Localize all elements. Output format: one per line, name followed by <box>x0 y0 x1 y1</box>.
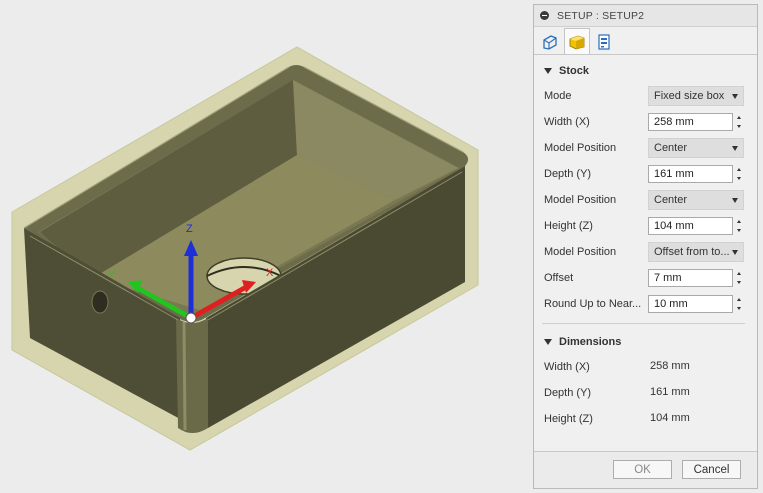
select-value: Center <box>654 142 688 154</box>
chevron-down-icon <box>732 94 738 99</box>
stock-height-position-row: Model Position Offset from to... <box>534 239 757 265</box>
depth-model-position-select[interactable]: Center <box>648 190 744 210</box>
dimension-value: 104 mm <box>650 412 690 424</box>
stock-width-row: Width (X) 258 mm <box>534 109 757 135</box>
height-model-position-select[interactable]: Offset from to... <box>648 242 744 262</box>
dimensions-section-header[interactable]: Dimensions <box>534 330 757 354</box>
y-axis-label: Y <box>108 269 116 281</box>
field-label: Mode <box>544 90 572 102</box>
ok-button[interactable]: OK <box>613 460 672 479</box>
input-value: 10 mm <box>654 298 688 310</box>
stock-box-icon <box>569 35 585 49</box>
field-label: Width (X) <box>544 361 590 373</box>
stock-heading: Stock <box>559 65 589 77</box>
panel-footer: OK Cancel <box>534 451 757 488</box>
spin-up-icon[interactable] <box>736 116 741 119</box>
origin-point[interactable] <box>185 312 197 324</box>
width-model-position-select[interactable]: Center <box>648 138 744 158</box>
dimension-value: 258 mm <box>650 360 690 372</box>
input-value: 104 mm <box>654 220 694 232</box>
stock-mode-row: Mode Fixed size box <box>534 83 757 109</box>
round-up-spinner[interactable] <box>734 295 743 313</box>
field-label: Offset <box>544 272 574 284</box>
collapse-icon[interactable] <box>540 11 549 20</box>
select-value: Fixed size box <box>654 90 725 102</box>
chevron-down-icon <box>732 146 738 151</box>
offset-input[interactable]: 7 mm <box>648 269 733 287</box>
panel-tabs <box>534 27 757 55</box>
field-label: Width (X) <box>544 116 590 128</box>
spin-down-icon[interactable] <box>736 125 741 128</box>
spin-up-icon[interactable] <box>736 220 741 223</box>
expand-triangle-icon <box>544 339 552 345</box>
spin-up-icon[interactable] <box>736 168 741 171</box>
spin-down-icon[interactable] <box>736 177 741 180</box>
field-label: Height (Z) <box>544 413 593 425</box>
input-value: 161 mm <box>654 168 694 180</box>
spin-up-icon[interactable] <box>736 298 741 301</box>
dimension-depth-row: Depth (Y) 161 mm <box>534 380 757 406</box>
stock-offset-row: Offset 7 mm <box>534 265 757 291</box>
depth-spinner[interactable] <box>734 165 743 183</box>
chevron-down-icon <box>732 198 738 203</box>
3d-viewport[interactable]: Z Y X <box>0 0 531 493</box>
depth-input[interactable]: 161 mm <box>648 165 733 183</box>
chevron-down-icon <box>732 250 738 255</box>
stock-height-row: Height (Z) 104 mm <box>534 213 757 239</box>
side-hole <box>91 290 109 314</box>
model-corner <box>176 318 208 433</box>
expand-triangle-icon <box>544 68 552 74</box>
stock-section-header[interactable]: Stock <box>534 59 757 83</box>
width-spinner[interactable] <box>734 113 743 131</box>
setup-panel: SETUP : SETUP2 Stock Mode Fixed size box… <box>533 4 758 489</box>
stock-width-position-row: Model Position Center <box>534 135 757 161</box>
spin-up-icon[interactable] <box>736 272 741 275</box>
height-spinner[interactable] <box>734 217 743 235</box>
panel-title: SETUP : SETUP2 <box>557 9 645 22</box>
spin-down-icon[interactable] <box>736 229 741 232</box>
tab-stock[interactable] <box>564 28 590 54</box>
post-process-icon <box>598 34 610 50</box>
select-value: Center <box>654 194 688 206</box>
dimension-height-row: Height (Z) 104 mm <box>534 406 757 432</box>
offset-spinner[interactable] <box>734 269 743 287</box>
z-axis-label: Z <box>186 223 193 235</box>
panel-titlebar: SETUP : SETUP2 <box>534 5 757 27</box>
dimension-value: 161 mm <box>650 386 690 398</box>
field-label: Round Up to Near... <box>544 298 642 310</box>
field-label: Model Position <box>544 142 617 154</box>
tab-post-process[interactable] <box>591 29 617 54</box>
height-input[interactable]: 104 mm <box>648 217 733 235</box>
dimensions-heading: Dimensions <box>559 336 622 348</box>
field-label: Height (Z) <box>544 220 593 232</box>
select-value: Offset from to... <box>654 246 730 258</box>
input-value: 258 mm <box>654 116 694 128</box>
dimension-width-row: Width (X) 258 mm <box>534 354 757 380</box>
stock-depth-row: Depth (Y) 161 mm <box>534 161 757 187</box>
section-divider <box>542 323 745 324</box>
field-label: Model Position <box>544 194 617 206</box>
cancel-button[interactable]: Cancel <box>682 460 741 479</box>
field-label: Depth (Y) <box>544 387 592 399</box>
field-label: Model Position <box>544 246 617 258</box>
setup-tool-icon <box>543 35 557 50</box>
input-value: 7 mm <box>654 272 682 284</box>
tab-setup[interactable] <box>537 29 563 54</box>
stock-roundup-row: Round Up to Near... 10 mm <box>534 291 757 317</box>
mode-select[interactable]: Fixed size box <box>648 86 744 106</box>
field-label: Depth (Y) <box>544 168 592 180</box>
spin-down-icon[interactable] <box>736 307 741 310</box>
x-axis-label: X <box>266 267 274 279</box>
viewport-canvas[interactable]: Z Y X <box>0 0 531 493</box>
round-up-input[interactable]: 10 mm <box>648 295 733 313</box>
stock-depth-position-row: Model Position Center <box>534 187 757 213</box>
spin-down-icon[interactable] <box>736 281 741 284</box>
width-input[interactable]: 258 mm <box>648 113 733 131</box>
